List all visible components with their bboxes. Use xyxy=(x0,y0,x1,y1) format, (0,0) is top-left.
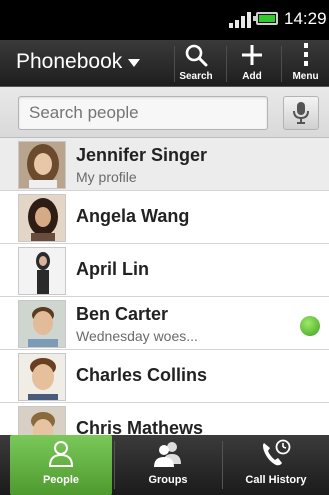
online-status-icon xyxy=(300,316,320,336)
avatar xyxy=(18,406,66,435)
add-button[interactable]: Add xyxy=(227,40,277,86)
tab-call-history[interactable]: Call History xyxy=(223,435,329,495)
microphone-icon xyxy=(293,102,309,124)
avatar xyxy=(18,353,66,401)
tab-label: Call History xyxy=(245,474,307,486)
menu-button[interactable]: Menu xyxy=(282,40,329,86)
voice-search-button[interactable] xyxy=(283,96,319,130)
app-title: Phonebook xyxy=(16,50,123,73)
tab-people[interactable]: People xyxy=(10,435,112,495)
tab-label: Groups xyxy=(148,474,188,486)
people-icon xyxy=(48,441,74,467)
search-button[interactable]: Search xyxy=(175,40,217,86)
list-item-contact[interactable]: April Lin xyxy=(0,244,329,297)
contact-status-message: Wednesday woes... xyxy=(76,328,198,344)
plus-icon xyxy=(242,45,262,65)
search-bar xyxy=(0,87,329,138)
list-item-my-profile[interactable]: Jennifer Singer My profile xyxy=(0,138,329,191)
battery-icon xyxy=(253,12,278,25)
status-bar: 14:29 xyxy=(0,0,329,40)
contact-name: Ben Carter xyxy=(76,304,169,324)
contact-subtitle: My profile xyxy=(76,169,137,185)
search-input[interactable] xyxy=(18,96,268,130)
signal-icon xyxy=(229,12,251,28)
search-button-label: Search xyxy=(179,71,213,82)
status-time: 14:29 xyxy=(284,9,327,28)
contact-name: Charles Collins xyxy=(76,365,208,385)
chevron-down-icon xyxy=(128,59,141,67)
tab-groups[interactable]: Groups xyxy=(115,435,221,495)
list-item-contact[interactable]: Chris Mathews xyxy=(0,403,329,435)
bottom-tab-bar: People Groups Call History xyxy=(0,435,329,495)
avatar xyxy=(18,300,66,348)
contact-name: Chris Mathews xyxy=(76,418,204,435)
avatar xyxy=(18,194,66,242)
contact-name: Angela Wang xyxy=(76,206,190,226)
list-item-contact[interactable]: Charles Collins xyxy=(0,350,329,403)
search-icon xyxy=(185,44,208,67)
list-item-contact[interactable]: Angela Wang xyxy=(0,191,329,244)
contact-name: Jennifer Singer xyxy=(76,145,208,165)
avatar xyxy=(18,141,66,189)
contact-name: April Lin xyxy=(76,259,149,279)
phonebook-dropdown[interactable]: Phonebook xyxy=(16,50,141,74)
overflow-menu-icon xyxy=(304,43,308,66)
avatar xyxy=(18,247,66,295)
groups-icon xyxy=(154,442,181,467)
menu-button-label: Menu xyxy=(292,71,319,82)
call-history-icon xyxy=(263,439,291,466)
action-bar: Phonebook Search Add Menu xyxy=(0,40,329,87)
list-item-contact[interactable]: Ben Carter Wednesday woes... xyxy=(0,297,329,350)
tab-label: People xyxy=(42,474,80,486)
contact-list[interactable]: Jennifer Singer My profile Angela Wang A… xyxy=(0,138,329,435)
add-button-label: Add xyxy=(242,71,262,82)
